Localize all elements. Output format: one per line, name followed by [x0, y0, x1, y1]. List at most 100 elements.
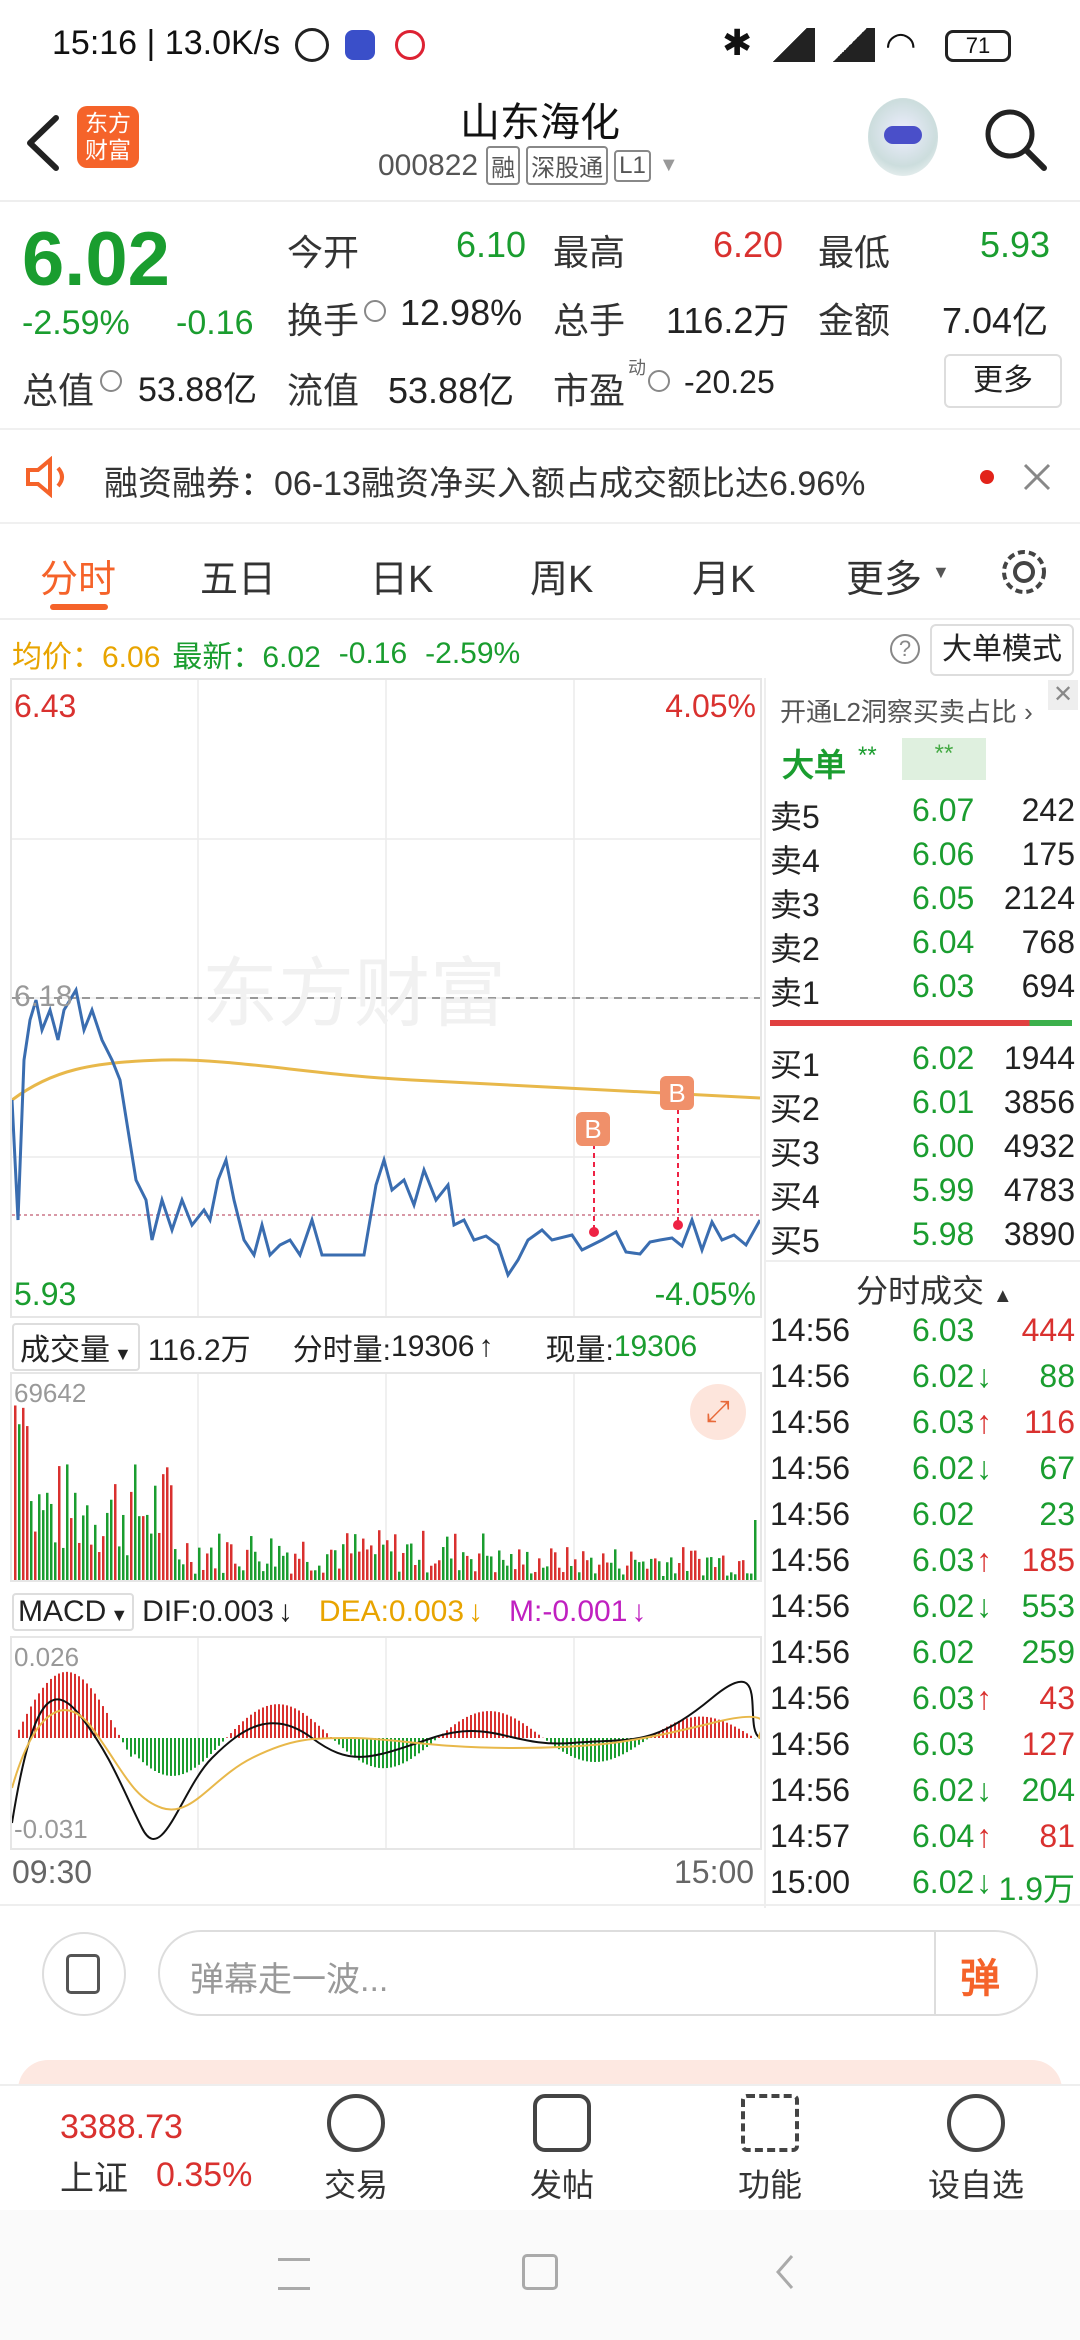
back-icon[interactable]	[770, 2252, 800, 2292]
nav-add-watchlist[interactable]: 设自选	[906, 2094, 1046, 2206]
ask-row[interactable]: 卖3 6.05 2124	[770, 880, 1075, 924]
trade-volume: 67	[1039, 1450, 1075, 1486]
badge-level: L1	[614, 149, 651, 182]
help-icon[interactable]: ?	[890, 634, 920, 664]
tab-daily-k[interactable]: 日K	[370, 548, 433, 603]
index-quote[interactable]: 3388.73 上证 0.35%	[60, 2108, 252, 2200]
trade-row[interactable]: 14:56 6.03 444	[770, 1312, 1075, 1358]
ask-row[interactable]: 卖1 6.03 694	[770, 968, 1075, 1012]
trade-row[interactable]: 14:56 6.02 259	[770, 1634, 1075, 1680]
trade-row[interactable]: 14:56 6.02 23	[770, 1496, 1075, 1542]
send-danmu-button[interactable]: 弹	[934, 1932, 1036, 2014]
volume-bar	[226, 1542, 229, 1580]
info-icon[interactable]	[364, 300, 386, 322]
buy-marker[interactable]: B	[660, 1076, 694, 1110]
info-icon[interactable]	[648, 370, 670, 392]
margin-notice-bar[interactable]: 融资融券：06-13融资净买入额占成交额比达6.96%	[0, 430, 1080, 522]
trade-row[interactable]: 14:56 6.02 ↓ 553	[770, 1588, 1075, 1634]
trade-row[interactable]: 14:56 6.03 ↑ 185	[770, 1542, 1075, 1588]
buy-marker[interactable]: B	[576, 1112, 610, 1146]
nav-functions[interactable]: 功能	[700, 2094, 840, 2206]
volume-bar	[510, 1554, 513, 1580]
edit-icon	[533, 2094, 591, 2152]
comment-input[interactable]: 弹幕走一波... 弹	[158, 1930, 1038, 2016]
volume-bar	[614, 1549, 617, 1580]
macd-bar	[746, 1733, 748, 1738]
tab-five-day[interactable]: 五日	[200, 548, 276, 603]
close-icon[interactable]: ✕	[1048, 680, 1078, 710]
y-axis-min: 5.93	[14, 1276, 77, 1312]
ask-row[interactable]: 卖5 6.07 242	[770, 792, 1075, 836]
now-vol-label: 现量:	[545, 1334, 614, 1367]
close-icon[interactable]	[1022, 462, 1052, 492]
macd-bar	[466, 1716, 468, 1738]
expand-icon[interactable]: ⤢	[690, 1384, 746, 1440]
trade-row[interactable]: 14:57 6.04 ↑ 81	[770, 1818, 1075, 1864]
tab-intraday[interactable]: 分时	[40, 548, 116, 603]
macd-indicator-menu[interactable]: MACD ▼	[12, 1593, 135, 1631]
macd-bar	[546, 1738, 548, 1741]
volume-bar	[258, 1561, 261, 1580]
macd-bar	[150, 1738, 152, 1769]
trade-row[interactable]: 14:56 6.03 127	[770, 1726, 1075, 1772]
ask-row[interactable]: 卖4 6.06 175	[770, 836, 1075, 880]
volume-bar	[206, 1553, 209, 1580]
search-icon[interactable]	[980, 104, 1050, 174]
badge-margin: 融	[486, 146, 521, 185]
volume-indicator-menu[interactable]: 成交量 ▼	[12, 1323, 140, 1371]
volume-bar	[590, 1557, 593, 1580]
macd-chart-svg	[12, 1638, 760, 1848]
bid-row[interactable]: 买2 6.01 3856	[770, 1084, 1075, 1128]
tab-monthly-k[interactable]: 月K	[692, 548, 755, 603]
chevron-down-icon[interactable]: ▼	[659, 154, 679, 177]
stat-value-low: 5.93	[980, 224, 1051, 265]
robot-assistant-icon[interactable]	[868, 98, 938, 176]
trade-row[interactable]: 14:56 6.02 ↓ 88	[770, 1358, 1075, 1404]
volume-bar	[670, 1557, 673, 1580]
more-button[interactable]: 更多	[944, 354, 1062, 408]
gear-icon[interactable]	[998, 546, 1050, 598]
trade-row[interactable]: 14:56 6.02 ↓ 204	[770, 1772, 1075, 1818]
volume-bar	[642, 1561, 645, 1580]
ask-row[interactable]: 卖2 6.04 768	[770, 924, 1075, 968]
volume-bar	[66, 1464, 69, 1580]
bid-row[interactable]: 买3 6.00 4932	[770, 1128, 1075, 1172]
bid-row[interactable]: 买4 5.99 4783	[770, 1172, 1075, 1216]
trade-row[interactable]: 14:56 6.03 ↑ 116	[770, 1404, 1075, 1450]
l2-promo-link[interactable]: 开通L2洞察买卖占比 ›	[780, 692, 1033, 729]
macd-bar	[574, 1738, 576, 1758]
trade-row[interactable]: 14:56 6.03 ↑ 43	[770, 1680, 1075, 1726]
more-dots-icon	[947, 2094, 1005, 2152]
macd-chart[interactable]: 0.026 -0.031	[10, 1636, 762, 1850]
volume-chart[interactable]: 69642 ⤢	[10, 1372, 762, 1582]
volume-bar	[322, 1572, 325, 1580]
trade-time: 14:56	[770, 1496, 851, 1532]
nav-trade[interactable]: 交易	[286, 2094, 426, 2206]
volume-bar	[62, 1547, 65, 1580]
macd-bar	[726, 1722, 728, 1738]
trade-time: 14:56	[770, 1726, 851, 1762]
bid-label: 买5	[770, 1223, 820, 1259]
volume-bar	[234, 1563, 237, 1580]
trades-header[interactable]: 分时成交 ▲	[856, 1266, 1013, 1312]
bid-row[interactable]: 买5 5.98 3890	[770, 1216, 1075, 1260]
trade-price: 6.02	[912, 1496, 975, 1532]
volume-bar	[210, 1547, 213, 1580]
volume-bar	[534, 1571, 537, 1580]
tab-weekly-k[interactable]: 周K	[530, 548, 593, 603]
arrow-up-icon: ↑	[478, 1330, 494, 1363]
nav-post[interactable]: 发帖	[492, 2094, 632, 2206]
comment-list-icon[interactable]	[42, 1932, 126, 2016]
volume-bar	[602, 1553, 605, 1580]
home-icon[interactable]	[522, 2254, 558, 2290]
big-order-mode-button[interactable]: 大单模式	[930, 624, 1074, 676]
intraday-chart[interactable]: 东方财富 B B 6.43 4.05% 6.18 5.93 -4.05%	[10, 678, 762, 1318]
menu-icon[interactable]	[278, 2258, 310, 2290]
info-icon[interactable]	[100, 370, 122, 392]
volume-bar	[278, 1545, 281, 1580]
bid-row[interactable]: 买1 6.02 1944	[770, 1040, 1075, 1084]
volume-bar	[158, 1532, 161, 1580]
trade-row[interactable]: 14:56 6.02 ↓ 67	[770, 1450, 1075, 1496]
tab-more[interactable]: 更多	[846, 548, 922, 603]
macd-bar	[514, 1718, 516, 1738]
